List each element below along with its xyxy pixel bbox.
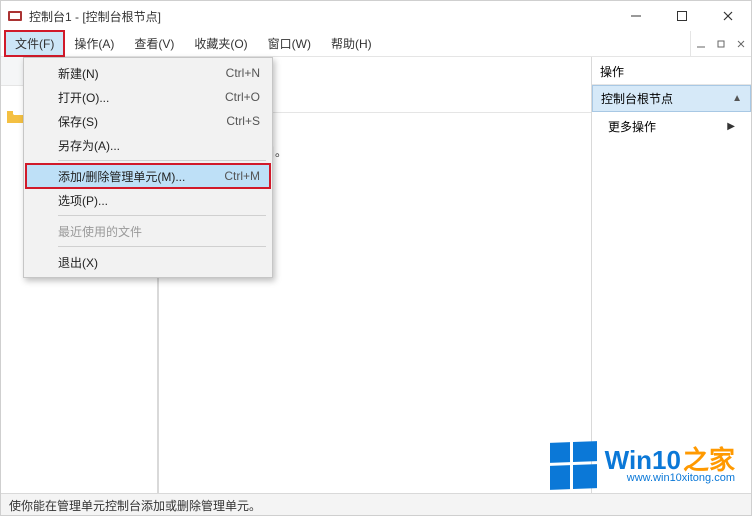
close-button[interactable]	[705, 1, 751, 31]
menu-window[interactable]: 窗口(W)	[258, 31, 321, 56]
menu-action[interactable]: 操作(A)	[64, 31, 124, 56]
mdi-close-button[interactable]	[731, 35, 751, 53]
menu-exit[interactable]: 退出(X)	[26, 250, 270, 274]
window-controls	[613, 1, 751, 31]
menu-help[interactable]: 帮助(H)	[321, 31, 382, 56]
menu-separator	[58, 246, 266, 247]
menu-view[interactable]: 查看(V)	[124, 31, 184, 56]
menu-open-shortcut: Ctrl+O	[225, 90, 260, 104]
menu-separator	[58, 215, 266, 216]
collapse-icon: ▲	[732, 93, 742, 104]
menu-new-shortcut: Ctrl+N	[226, 66, 260, 80]
menu-open[interactable]: 打开(O)... Ctrl+O	[26, 85, 270, 109]
mmc-window: 控制台1 - [控制台根节点] 文件(F) 操作(A) 查看(V) 收藏夹(O)…	[0, 0, 752, 516]
menu-open-label: 打开(O)...	[58, 89, 109, 106]
statusbar: 使你能在管理单元控制台添加或删除管理单元。	[1, 493, 751, 515]
mdi-controls	[690, 31, 751, 56]
minimize-button[interactable]	[613, 1, 659, 31]
menu-recent-label: 最近使用的文件	[58, 223, 142, 240]
submenu-arrow-icon: ▶	[727, 121, 735, 132]
menu-save-as-label: 另存为(A)...	[58, 137, 120, 154]
file-dropdown-menu: 新建(N) Ctrl+N 打开(O)... Ctrl+O 保存(S) Ctrl+…	[23, 57, 273, 278]
actions-pane: 操作 控制台根节点 ▲ 更多操作 ▶	[591, 57, 751, 493]
menu-add-remove-label: 添加/删除管理单元(M)...	[58, 168, 185, 185]
titlebar: 控制台1 - [控制台根节点]	[1, 1, 751, 31]
menu-recent-files: 最近使用的文件	[26, 219, 270, 243]
window-title: 控制台1 - [控制台根节点]	[29, 8, 161, 25]
menu-exit-label: 退出(X)	[58, 254, 98, 271]
actions-more-label: 更多操作	[608, 118, 656, 135]
menu-options[interactable]: 选项(P)...	[26, 188, 270, 212]
menu-new-label: 新建(N)	[58, 65, 99, 82]
maximize-button[interactable]	[659, 1, 705, 31]
tree-root-item[interactable]	[7, 111, 23, 126]
menu-add-remove-snapin[interactable]: 添加/删除管理单元(M)... Ctrl+M	[26, 164, 270, 188]
menu-save[interactable]: 保存(S) Ctrl+S	[26, 109, 270, 133]
actions-more[interactable]: 更多操作 ▶	[592, 112, 751, 141]
menubar: 文件(F) 操作(A) 查看(V) 收藏夹(O) 窗口(W) 帮助(H)	[1, 31, 751, 57]
menu-favorites[interactable]: 收藏夹(O)	[184, 31, 257, 56]
actions-title: 操作	[592, 57, 751, 85]
actions-group-label: 控制台根节点	[601, 90, 673, 107]
menu-save-as[interactable]: 另存为(A)...	[26, 133, 270, 157]
mdi-restore-button[interactable]	[711, 35, 731, 53]
folder-icon	[7, 111, 23, 126]
mdi-minimize-button[interactable]	[691, 35, 711, 53]
menu-save-label: 保存(S)	[58, 113, 98, 130]
menu-add-remove-shortcut: Ctrl+M	[224, 169, 260, 183]
app-icon	[7, 8, 23, 24]
menu-save-shortcut: Ctrl+S	[226, 114, 260, 128]
menu-options-label: 选项(P)...	[58, 192, 108, 209]
menu-separator	[58, 160, 266, 161]
status-text: 使你能在管理单元控制台添加或删除管理单元。	[9, 499, 261, 513]
menu-file[interactable]: 文件(F)	[5, 31, 64, 56]
menu-new[interactable]: 新建(N) Ctrl+N	[26, 61, 270, 85]
actions-group-header[interactable]: 控制台根节点 ▲	[592, 85, 751, 112]
